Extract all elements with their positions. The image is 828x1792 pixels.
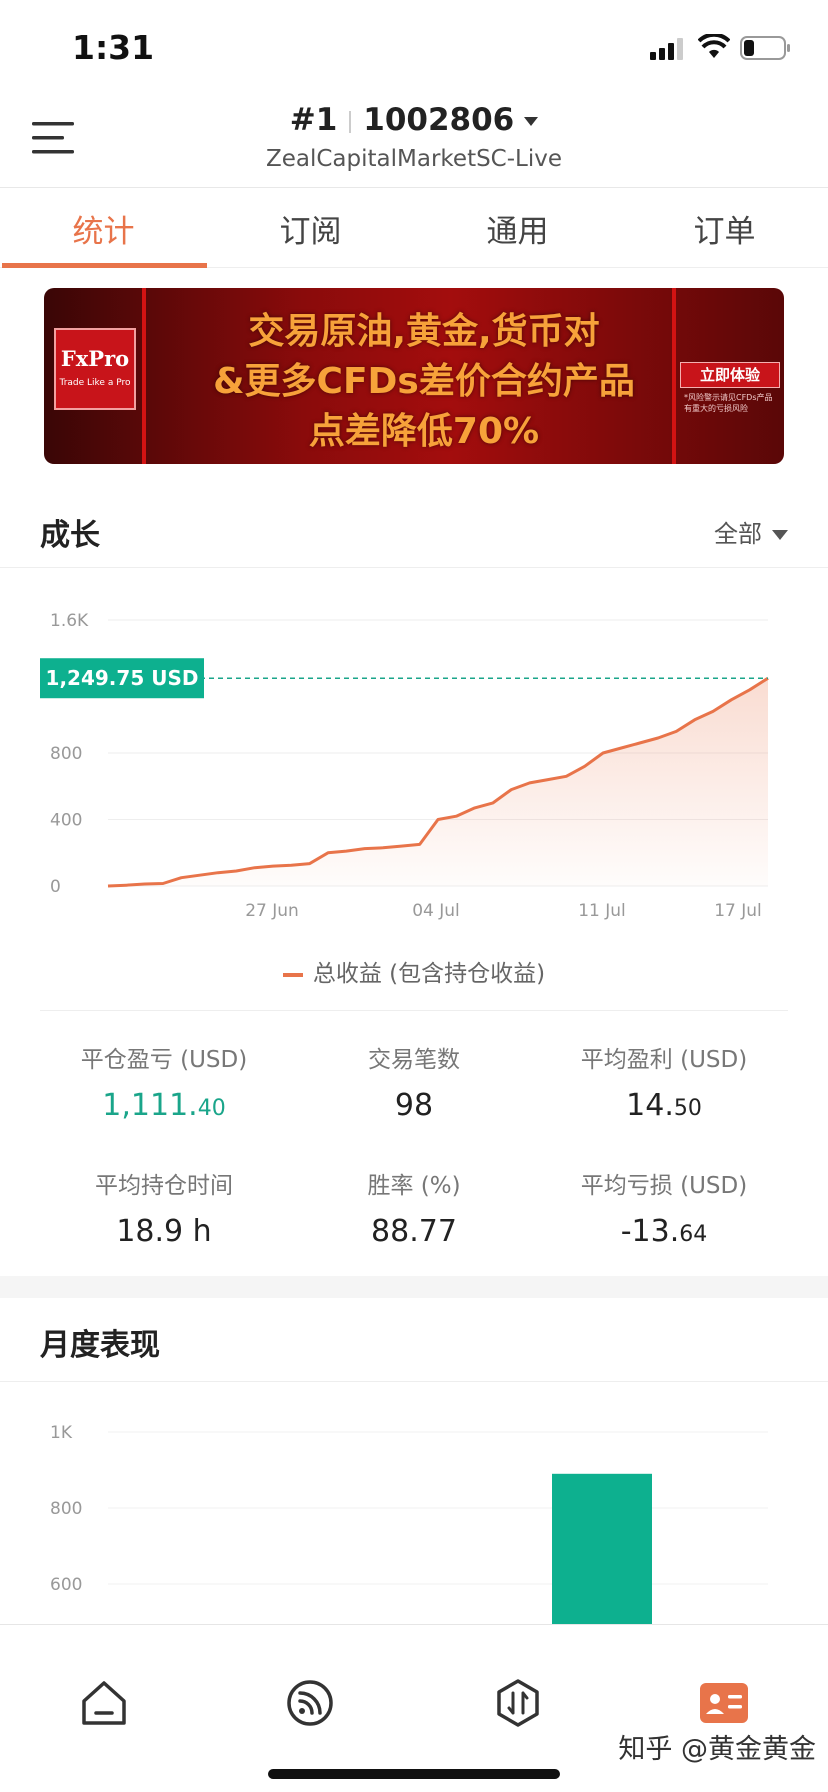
promo-banner[interactable]: FxPro Trade Like a Pro 交易原油,黄金,货币对 &更多CF…	[44, 288, 784, 464]
stat-value-int: 88.77	[371, 1214, 457, 1249]
y-tick-label: 800	[50, 1499, 82, 1519]
feed-icon[interactable]	[282, 1675, 338, 1731]
banner-headline-1: 交易原油,黄金,货币对	[248, 311, 600, 352]
bottom-nav: 知乎 @黄金黄金	[0, 1624, 828, 1792]
stat-avg-profit: 平均盈利 (USD) 14.50	[526, 1040, 802, 1123]
chevron-down-icon	[524, 117, 539, 126]
stat-value: 88.77	[276, 1214, 552, 1249]
profile-card-icon[interactable]	[696, 1675, 752, 1731]
home-icon[interactable]	[76, 1675, 132, 1731]
x-tick-label: 27 Jun	[245, 901, 299, 921]
signal-icon	[650, 38, 683, 60]
x-tick-label: 04 Jul	[412, 901, 460, 921]
fxpro-logo: FxPro Trade Like a Pro	[54, 328, 136, 410]
stat-value: -13.64	[526, 1214, 802, 1249]
banner-cta-button[interactable]: 立即体验	[680, 362, 780, 388]
tab-statistics[interactable]: 统计	[0, 188, 207, 268]
home-indicator[interactable]	[268, 1769, 560, 1779]
divider	[40, 1010, 788, 1011]
banner-brand: FxPro	[60, 346, 130, 371]
status-time: 1:31	[72, 28, 155, 67]
stat-label: 平均盈利 (USD)	[580, 1047, 748, 1073]
stat-value-int: 18.9 h	[116, 1214, 212, 1249]
stat-value-int: 1,111.	[102, 1088, 198, 1123]
wifi-icon	[698, 34, 730, 58]
y-tick-label: 0	[50, 877, 61, 897]
battery-icon	[740, 36, 790, 60]
stat-value-dec: 64	[679, 1222, 708, 1247]
rank-label: #1	[289, 102, 338, 138]
stat-label: 交易笔数	[368, 1047, 460, 1073]
stat-value: 14.50	[526, 1088, 802, 1123]
legend-label: 总收益 (包含持仓收益)	[312, 961, 546, 987]
legend-swatch	[282, 972, 303, 977]
growth-legend: 总收益 (包含持仓收益)	[0, 954, 828, 988]
monthly-title: 月度表现	[40, 1328, 160, 1363]
banner-headline-2: &更多CFDs差价合约产品	[213, 361, 635, 402]
stat-label: 平均持仓时间	[95, 1173, 233, 1199]
stat-value-dec: 50	[673, 1096, 702, 1121]
stat-value-int: -13.	[620, 1214, 680, 1249]
y-tick-label: 1.6K	[50, 611, 89, 631]
growth-area	[108, 678, 768, 886]
x-tick-label: 11 Jul	[578, 901, 626, 921]
monthly-chart: 1K 800 600	[50, 1423, 768, 1624]
growth-title: 成长	[40, 518, 100, 553]
x-tick-label: 17 Jul	[714, 901, 762, 921]
stat-avg-hold-time: 平均持仓时间 18.9 h	[26, 1166, 302, 1249]
stat-value-dec: 40	[197, 1096, 226, 1121]
stat-closed-pnl: 平仓盈亏 (USD) 1,111.40	[26, 1040, 302, 1123]
tab-bar: 统计 订阅 通用 订单	[0, 188, 828, 268]
banner-risk-note: *风险警示请见CFDs产品有重大的亏损风险	[684, 393, 773, 413]
tab-general[interactable]: 通用	[414, 188, 621, 267]
stat-value-int: 14.	[626, 1088, 674, 1123]
current-value-label: 1,249.75 USD	[46, 666, 199, 690]
tab-orders[interactable]: 订单	[621, 188, 828, 267]
banner-headline-3: 点差降低70%	[308, 411, 540, 452]
caret-down-icon	[772, 530, 788, 540]
title-separator	[349, 110, 352, 133]
trade-icon[interactable]	[490, 1675, 546, 1731]
y-tick-label: 600	[50, 1575, 82, 1595]
monthly-section-header: 月度表现	[0, 1298, 828, 1382]
range-filter-label: 全部	[714, 520, 762, 548]
stats-grid: 平仓盈亏 (USD) 1,111.40 交易笔数 98 平均盈利 (USD) 1…	[0, 1028, 828, 1278]
stat-label: 胜率 (%)	[367, 1173, 461, 1199]
watermark: 知乎 @黄金黄金	[618, 1734, 816, 1765]
app-header: #1 1002806 ZealCapitalMarketSC-Live	[0, 90, 828, 188]
stat-value: 98	[276, 1088, 552, 1123]
tab-subscribe[interactable]: 订阅	[207, 188, 414, 267]
stat-avg-loss: 平均亏损 (USD) -13.64	[526, 1166, 802, 1249]
stat-label: 平均亏损 (USD)	[580, 1173, 748, 1199]
growth-chart: 0 400 800 1.6K 27 Jun 04 Jul 11 Jul 17 Jul 1,249…	[40, 611, 769, 921]
account-number: 1002806	[363, 102, 515, 138]
growth-section-header: 成长 全部	[0, 490, 828, 568]
banner-brand-tag: Trade Like a Pro	[59, 378, 131, 388]
section-gap	[0, 1276, 828, 1298]
stat-value-int: 98	[394, 1088, 434, 1123]
stat-label: 平仓盈亏 (USD)	[80, 1047, 248, 1073]
stat-value: 18.9 h	[26, 1214, 302, 1249]
stat-win-rate: 胜率 (%) 88.77	[276, 1166, 552, 1249]
server-name: ZealCapitalMarketSC-Live	[265, 146, 563, 172]
status-bar: 1:31	[0, 0, 828, 90]
monthly-bar	[552, 1473, 652, 1624]
stat-value: 1,111.40	[26, 1088, 302, 1123]
y-tick-label: 800	[50, 744, 82, 764]
y-tick-label: 400	[50, 811, 82, 831]
y-tick-label: 1K	[50, 1423, 73, 1443]
account-selector[interactable]: #1 1002806	[0, 102, 828, 138]
stat-trade-count: 交易笔数 98	[276, 1040, 552, 1123]
range-filter-dropdown[interactable]: 全部	[714, 514, 788, 549]
